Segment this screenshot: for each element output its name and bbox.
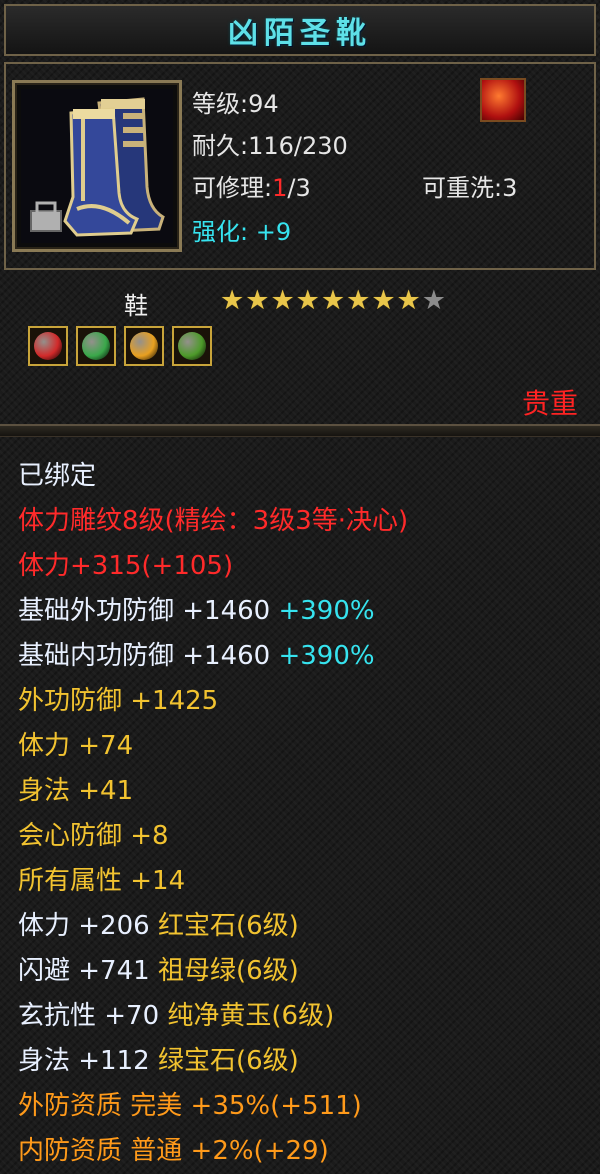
attribute-text: 所有属性 +14 — [18, 866, 186, 896]
gem-core — [178, 332, 206, 360]
durability-value: 116/230 — [248, 132, 348, 160]
attribute-text: 玄抗性 +70 — [18, 1001, 160, 1031]
level-value: 94 — [248, 90, 279, 118]
attribute-text: 外防资质 完美 +35%(+511) — [18, 1091, 362, 1121]
attribute-line: 闪避 +741 祖母绿(6级) — [18, 949, 588, 994]
attribute-text: 内防资质 普通 +2%(+29) — [18, 1136, 329, 1166]
durability-line: 耐久:116/230 — [192, 132, 348, 160]
item-icon-frame[interactable] — [12, 80, 182, 252]
level-label: 等级 — [192, 90, 240, 118]
star-icon: ★ — [346, 285, 371, 316]
blue-boots-icon — [21, 89, 173, 243]
attribute-line: 会心防御 +8 — [18, 814, 588, 859]
attribute-text: 体力 +74 — [18, 731, 134, 761]
gem-core — [130, 332, 158, 360]
attribute-line: 体力 +206 红宝石(6级) — [18, 904, 588, 949]
attribute-line: 玄抗性 +70 纯净黄玉(6级) — [18, 994, 588, 1039]
attribute-text: 会心防御 +8 — [18, 821, 169, 851]
attribute-extra: +390% — [270, 641, 375, 671]
attribute-text: 身法 +112 — [18, 1046, 150, 1076]
rewash-value: 3 — [502, 174, 518, 202]
star-icon: ★ — [245, 285, 270, 316]
star-rating: ★ ★ ★ ★ ★ ★ ★ ★ ★ — [220, 286, 446, 316]
rewash-line: 可重洗:3 — [422, 174, 518, 202]
item-type: 鞋 — [124, 292, 148, 320]
star-icon: ★ — [270, 285, 295, 316]
red-gem-icon[interactable] — [28, 326, 68, 366]
attribute-line: 所有属性 +14 — [18, 859, 588, 904]
attribute-line: 外功防御 +1425 — [18, 679, 588, 724]
attribute-text: 已绑定 — [18, 461, 97, 491]
star-icon: ★ — [371, 285, 396, 316]
attribute-text: 外功防御 +1425 — [18, 686, 219, 716]
repair-max: /3 — [287, 174, 311, 202]
attribute-text: 身法 +41 — [18, 776, 134, 806]
attribute-extra: 祖母绿(6级) — [149, 956, 299, 986]
phoenix-emblem-icon — [480, 78, 526, 122]
attribute-extra: +390% — [270, 596, 375, 626]
attribute-text: 体力 +206 — [18, 911, 150, 941]
attribute-text: 基础内功防御 +1460 — [18, 641, 271, 671]
attribute-extra: 红宝石(6级) — [149, 911, 299, 941]
section-divider — [0, 424, 600, 437]
attribute-text: 闪避 +741 — [18, 956, 150, 986]
attribute-line: 基础外功防御 +1460 +390% — [18, 589, 588, 634]
attribute-extra: 绿宝石(6级) — [149, 1046, 299, 1076]
green-gem-icon[interactable] — [76, 326, 116, 366]
attribute-line: 已绑定 — [18, 454, 588, 499]
attribute-line: 体力+315(+105) — [18, 544, 588, 589]
enhance-value: +9 — [255, 218, 292, 246]
title-bar: 凶陌圣靴 — [4, 4, 596, 56]
star-icon: ★ — [320, 285, 346, 316]
rarity-label: 贵重 — [521, 387, 578, 420]
attribute-list: 已绑定体力雕纹8级(精绘：3级3等·决心) 体力+315(+105) 基础外功防御 … — [18, 454, 588, 1174]
star-icon: ★ — [220, 285, 245, 316]
item-name: 凶陌圣靴 — [228, 16, 372, 51]
repair-line: 可修理:1/3 — [192, 174, 311, 202]
repair-used: 1 — [272, 174, 288, 202]
yellow-gem-icon[interactable] — [124, 326, 164, 366]
gem-core — [34, 332, 62, 360]
attribute-text: 体力+315(+105) — [18, 551, 234, 581]
level-line: 等级:94 — [192, 90, 279, 118]
attribute-line: 体力 +74 — [18, 724, 588, 769]
gem-slots — [28, 326, 212, 366]
green-jade-icon[interactable] — [172, 326, 212, 366]
repair-label: 可修理 — [192, 174, 264, 202]
attribute-text: 基础外功防御 +1460 — [18, 596, 271, 626]
attribute-line: 基础内功防御 +1460 +390% — [18, 634, 588, 679]
attribute-extra: 纯净黄玉(6级) — [159, 1001, 335, 1031]
attribute-text: 体力雕纹8级(精绘：3级3等·决心) — [18, 506, 409, 536]
attribute-line: 身法 +41 — [18, 769, 588, 814]
gem-core — [82, 332, 110, 360]
durability-label: 耐久 — [192, 132, 240, 160]
enhance-line: 强化: +9 — [192, 212, 291, 247]
star-icon: ★ — [295, 285, 320, 316]
attribute-line: 外防资质 完美 +35%(+511) — [18, 1084, 588, 1129]
attribute-line: 体力雕纹8级(精绘：3级3等·决心) — [18, 499, 588, 544]
attribute-line: 身法 +112 绿宝石(6级) — [18, 1039, 588, 1084]
rewash-label: 可重洗 — [422, 174, 494, 202]
attribute-line: 内防资质 普通 +2%(+29) — [18, 1129, 588, 1174]
star-icon: ★ — [396, 285, 421, 316]
star-icon: ★ — [421, 285, 446, 316]
enhance-label: 强化: — [192, 218, 249, 246]
